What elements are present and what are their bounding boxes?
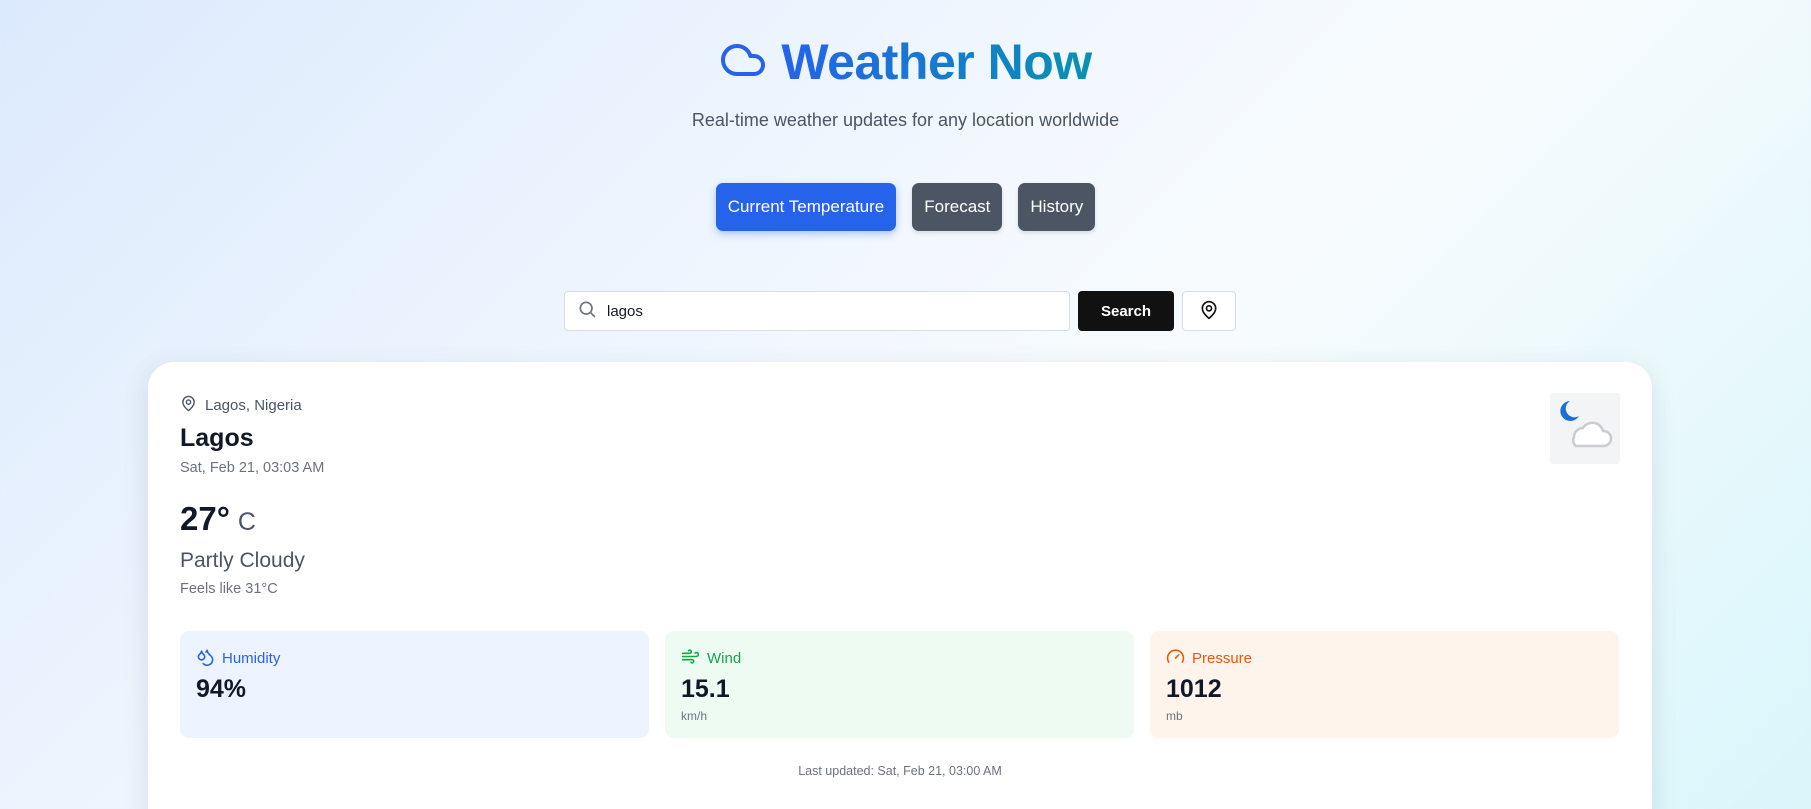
stats-row: Humidity 94% Wind 15.1 km/h Pressure 101… — [180, 631, 1619, 738]
droplets-icon — [196, 647, 215, 670]
title-row: Weather Now — [719, 30, 1092, 94]
temperature-row: 27° C — [180, 500, 256, 538]
humidity-label: Humidity — [222, 650, 281, 667]
wind-icon — [681, 647, 700, 670]
wind-value: 15.1 — [681, 675, 730, 703]
last-updated: Last updated: Sat, Feb 21, 03:00 AM — [798, 764, 1002, 778]
tab-forecast[interactable]: Forecast — [912, 183, 1003, 231]
search-icon — [577, 299, 597, 324]
use-location-button[interactable] — [1182, 291, 1236, 331]
city-name: Lagos — [180, 424, 254, 452]
gauge-icon — [1166, 647, 1185, 670]
wind-header: Wind — [681, 647, 741, 670]
weather-card: Lagos, Nigeria Lagos Sat, Feb 21, 03:03 … — [148, 362, 1652, 809]
pressure-header: Pressure — [1166, 647, 1252, 670]
feels-like: Feels like 31°C — [180, 581, 278, 597]
pressure-label: Pressure — [1192, 650, 1253, 667]
view-tabs: Current Temperature Forecast History — [0, 183, 1811, 231]
wind-card: Wind 15.1 km/h — [665, 631, 1134, 738]
moon-cloud-icon — [1550, 393, 1620, 464]
condition-text: Partly Cloudy — [180, 549, 305, 572]
app-title: Weather Now — [781, 34, 1092, 90]
pressure-card: Pressure 1012 mb — [1150, 631, 1619, 738]
local-datetime: Sat, Feb 21, 03:03 AM — [180, 460, 325, 476]
location-label: Lagos, Nigeria — [205, 397, 302, 414]
pressure-unit: mb — [1166, 709, 1183, 723]
pressure-value: 1012 — [1166, 675, 1222, 703]
map-pin-icon — [1199, 300, 1219, 323]
search-box — [564, 291, 1070, 331]
search-row: Search — [564, 291, 1236, 331]
app-header: Weather Now Real-time weather updates fo… — [0, 30, 1811, 131]
map-pin-icon — [180, 395, 197, 416]
app-subtitle: Real-time weather updates for any locati… — [691, 110, 1120, 130]
wind-unit: km/h — [681, 709, 708, 723]
search-button[interactable]: Search — [1078, 291, 1174, 331]
cloud-icon — [719, 36, 767, 89]
humidity-card: Humidity 94% — [180, 631, 649, 738]
temperature-value: 27° — [180, 500, 230, 537]
location-line: Lagos, Nigeria — [180, 395, 302, 416]
search-input[interactable] — [607, 302, 1047, 320]
humidity-value: 94% — [196, 675, 247, 703]
temperature-unit: C — [237, 508, 256, 536]
tab-current-temperature[interactable]: Current Temperature — [715, 183, 897, 231]
wind-label: Wind — [707, 650, 742, 667]
tab-history[interactable]: History — [1018, 183, 1096, 231]
humidity-header: Humidity — [196, 647, 280, 670]
